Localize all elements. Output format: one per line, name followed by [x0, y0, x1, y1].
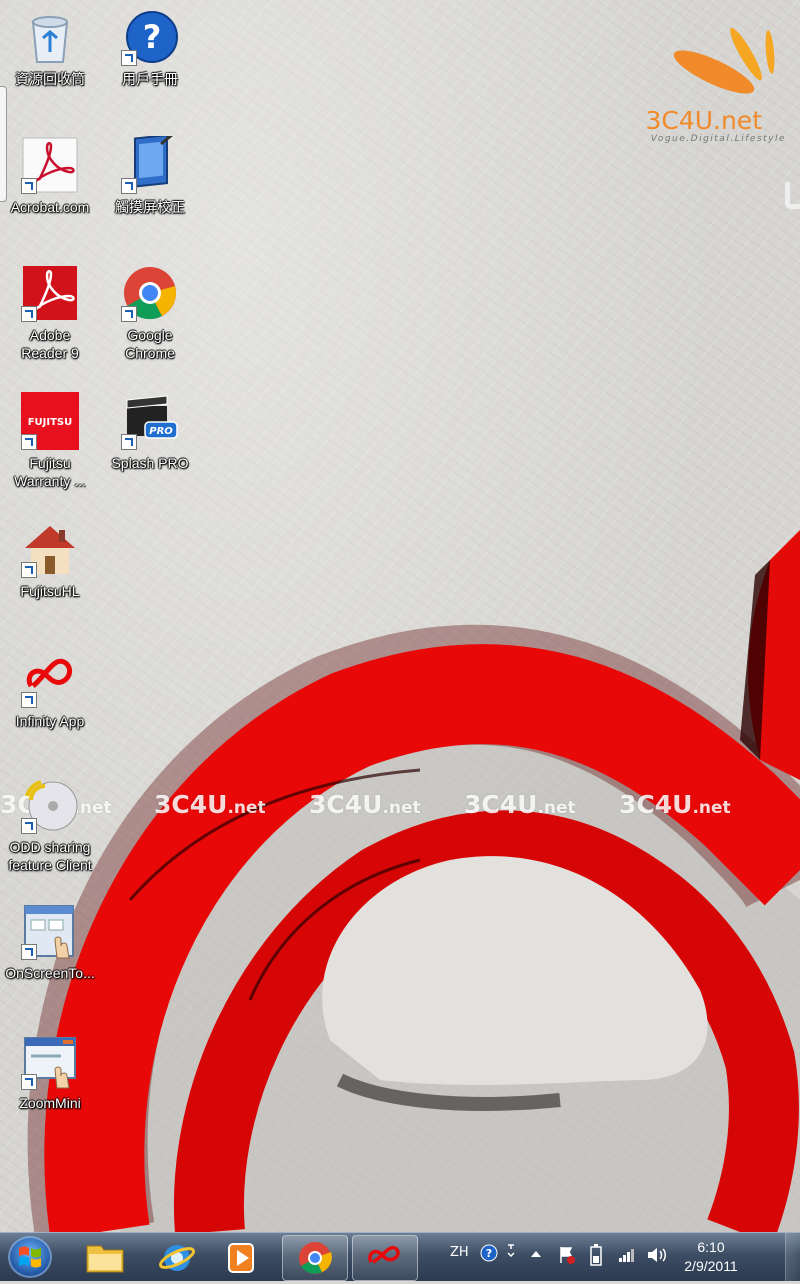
shortcut-arrow-icon: [21, 434, 37, 450]
start-button[interactable]: [8, 1236, 52, 1278]
windows-logo-icon: [19, 1246, 41, 1268]
svg-text:FUJITSU: FUJITSU: [28, 417, 73, 428]
battery-icon[interactable]: [590, 1244, 602, 1266]
icon-label: Infinity App: [15, 713, 85, 729]
logo-text: 3C4U.net: [645, 106, 762, 135]
desktop-icon-zoommini[interactable]: ZoomMini: [0, 1032, 100, 1112]
icon-label: FujitsuHL: [20, 583, 80, 599]
icon-label: 用戶手冊: [122, 71, 178, 87]
taskbar-infinity-button[interactable]: [352, 1235, 418, 1281]
shortcut-arrow-icon: [121, 178, 137, 194]
ie-icon: [158, 1245, 196, 1271]
desktop-icon-infinity-app[interactable]: Infinity App: [0, 650, 100, 730]
shortcut-arrow-icon: [21, 944, 37, 960]
icon-label: Fujitsu Warranty ...: [14, 455, 86, 489]
icon-label: Google Chrome: [125, 327, 175, 361]
taskbar-media-button[interactable]: [208, 1235, 274, 1281]
taskbar: ZH ? 6:10 2/9/2011: [0, 1232, 800, 1281]
desktop-icon-fujitsu-warranty[interactable]: FUJITSU Fujitsu Warranty ...: [0, 392, 100, 490]
logo-tagline: Vogue.Digital.Lifestyle: [650, 134, 786, 144]
shortcut-arrow-icon: [21, 818, 37, 834]
desktop-icon-google-chrome[interactable]: Google Chrome: [100, 264, 200, 362]
desktop[interactable]: 3C4U.net 3C4U.net 3C4U.net 3C4U.net 3C4U…: [0, 0, 800, 1232]
taskbar-chrome-button[interactable]: [282, 1235, 348, 1281]
icon-label: 觸摸屏校正: [115, 199, 185, 215]
desktop-icon-onscreen-touch[interactable]: OnScreenTo...: [0, 902, 100, 982]
language-indicator[interactable]: ZH: [450, 1245, 469, 1260]
desktop-icon-user-manual[interactable]: ? 用戶手冊: [100, 8, 200, 88]
svg-text:PRO: PRO: [149, 426, 173, 437]
media-icon: [228, 1243, 254, 1273]
system-tray: ZH ? 6:10 2/9/2011: [440, 1233, 800, 1281]
shortcut-arrow-icon: [21, 306, 37, 322]
shortcut-arrow-icon: [21, 562, 37, 578]
clock[interactable]: 6:10 2/9/2011: [666, 1238, 756, 1276]
desktop-icon-recycle-bin[interactable]: 資源回收筒: [0, 8, 100, 88]
recycle-bin-icon: [31, 16, 69, 63]
taskbar-explorer-button[interactable]: [72, 1235, 138, 1281]
watermark-text: 3C4U.net: [619, 790, 731, 819]
desktop-icon-acrobat-com[interactable]: Acrobat.com: [0, 136, 100, 216]
signal-strength-icon[interactable]: [618, 1247, 636, 1263]
shortcut-arrow-icon: [21, 178, 37, 194]
shortcut-arrow-icon: [21, 1074, 37, 1090]
desktop-icon-adobe-reader[interactable]: Adobe Reader 9: [0, 264, 100, 362]
desktop-icon-odd-sharing[interactable]: ODD sharing feature Client: [0, 776, 100, 874]
clock-date: 2/9/2011: [684, 1258, 738, 1274]
ime-options-icon[interactable]: [506, 1241, 516, 1261]
shortcut-arrow-icon: [121, 50, 137, 66]
icon-label: Splash PRO: [111, 455, 189, 471]
icon-label: 資源回收筒: [15, 71, 85, 87]
desktop-icon-touch-calibration[interactable]: 觸摸屏校正: [100, 132, 200, 216]
desktop-icon-splash-pro[interactable]: PRO Splash PRO: [100, 392, 200, 472]
action-center-flag-icon[interactable]: [558, 1245, 576, 1265]
shortcut-arrow-icon: [21, 692, 37, 708]
infinity-icon: [368, 1245, 400, 1264]
watermark-text: 3C4U.net: [464, 790, 576, 819]
volume-icon[interactable]: [646, 1245, 668, 1265]
watermark-text: 3C4U.net: [309, 790, 421, 819]
clock-time: 6:10: [697, 1239, 725, 1255]
icon-label: Adobe Reader 9: [21, 327, 79, 361]
chrome-icon: [299, 1242, 332, 1274]
icon-label: Acrobat.com: [10, 199, 90, 215]
edge-fragment: [785, 182, 800, 209]
icon-label: ZoomMini: [19, 1095, 81, 1111]
help-icon[interactable]: ?: [480, 1244, 498, 1262]
show-hidden-icons-icon[interactable]: [530, 1249, 542, 1259]
taskbar-ie-button[interactable]: [144, 1235, 210, 1281]
folder-icon: [86, 1245, 124, 1273]
shortcut-arrow-icon: [121, 306, 137, 322]
svg-text:?: ?: [143, 18, 162, 56]
show-desktop-button[interactable]: [785, 1233, 800, 1281]
watermark-text: 3C4U.net: [154, 790, 266, 819]
desktop-icon-fujitsuhl[interactable]: FujitsuHL: [0, 520, 100, 600]
svg-text:?: ?: [486, 1247, 492, 1260]
icon-label: OnScreenTo...: [5, 965, 95, 981]
shortcut-arrow-icon: [121, 434, 137, 450]
icon-label: ODD sharing feature Client: [8, 839, 92, 873]
